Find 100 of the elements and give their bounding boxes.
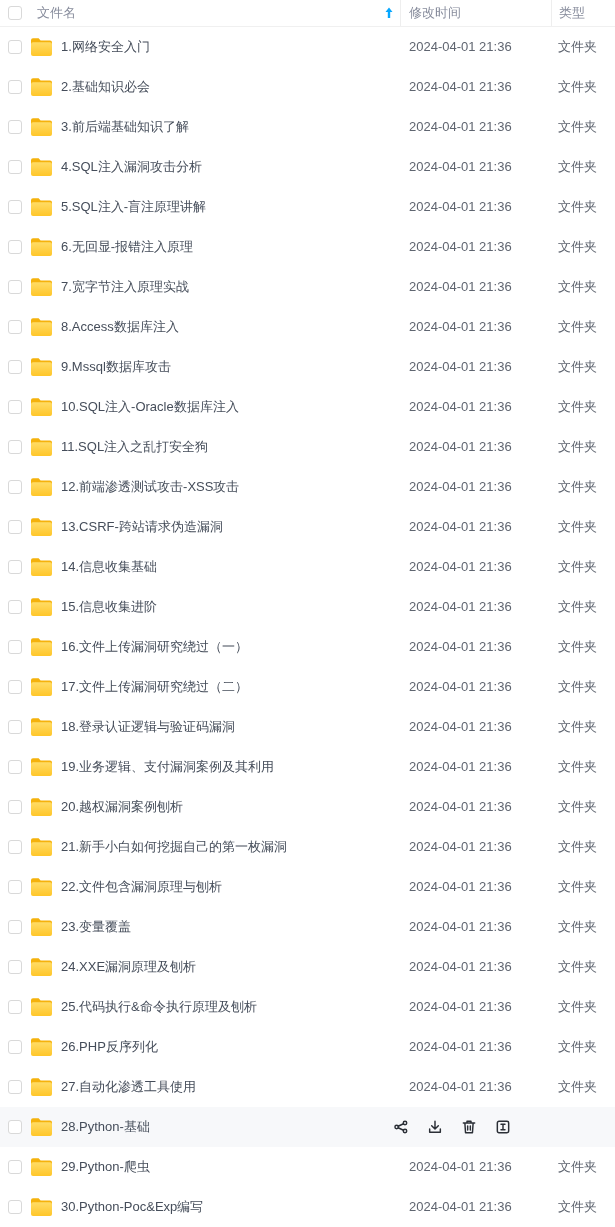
folder-icon (31, 878, 52, 896)
modified-time: 2024-04-01 21:36 (409, 758, 512, 777)
checkbox[interactable] (8, 680, 22, 694)
file-name[interactable]: 14.信息收集基础 (61, 557, 158, 577)
file-type: 文件夹 (558, 758, 597, 777)
modified-time: 2024-04-01 21:36 (409, 438, 512, 457)
checkbox[interactable] (8, 1000, 22, 1014)
checkbox[interactable] (8, 200, 22, 214)
file-type: 文件夹 (558, 238, 597, 257)
folder-icon (31, 918, 52, 936)
file-type: 文件夹 (558, 878, 597, 897)
folder-icon (31, 798, 52, 816)
modified-time: 2024-04-01 21:36 (409, 558, 512, 577)
file-name[interactable]: 22.文件包含漏洞原理与刨析 (61, 877, 223, 897)
file-name[interactable]: 18.登录认证逻辑与验证码漏洞 (61, 717, 236, 737)
checkbox[interactable] (8, 720, 22, 734)
file-type: 文件夹 (558, 478, 597, 497)
folder-icon (31, 158, 52, 176)
checkbox[interactable] (8, 1200, 22, 1214)
modified-time: 2024-04-01 21:36 (409, 38, 512, 57)
file-name[interactable]: 17.文件上传漏洞研究绕过（二） (61, 677, 249, 697)
checkbox[interactable] (8, 240, 22, 254)
file-name[interactable]: 20.越权漏洞案例刨析 (61, 797, 184, 817)
file-name[interactable]: 29.Python-爬虫 (61, 1157, 150, 1177)
modified-time: 2024-04-01 21:36 (409, 198, 512, 217)
rename-icon[interactable] (495, 1119, 511, 1135)
checkbox[interactable] (8, 1040, 22, 1054)
file-type: 文件夹 (558, 38, 597, 57)
share-icon[interactable] (393, 1119, 409, 1135)
checkbox[interactable] (8, 80, 22, 94)
modified-time: 2024-04-01 21:36 (409, 1078, 512, 1097)
file-type: 文件夹 (558, 318, 597, 337)
file-name[interactable]: 5.SQL注入-盲注原理讲解 (61, 197, 207, 217)
checkbox[interactable] (8, 880, 22, 894)
file-name[interactable]: 7.宽字节注入原理实战 (61, 277, 189, 297)
file-name[interactable]: 12.前端渗透测试攻击-XSS攻击 (61, 477, 240, 497)
file-name[interactable]: 2.基础知识必会 (61, 77, 150, 97)
folder-icon (31, 318, 52, 336)
checkbox[interactable] (8, 800, 22, 814)
file-type: 文件夹 (558, 798, 597, 817)
file-name[interactable]: 23.变量覆盖 (61, 917, 132, 937)
checkbox[interactable] (8, 960, 22, 974)
checkbox[interactable] (8, 640, 22, 654)
checkbox[interactable] (8, 400, 22, 414)
file-name[interactable]: 13.CSRF-跨站请求伪造漏洞 (61, 517, 223, 537)
file-name[interactable]: 8.Access数据库注入 (61, 317, 179, 337)
file-name[interactable]: 26.PHP反序列化 (61, 1037, 158, 1057)
file-name[interactable]: 25.代码执行&命令执行原理及刨析 (61, 997, 257, 1017)
checkbox[interactable] (8, 840, 22, 854)
file-name[interactable]: 24.XXE漏洞原理及刨析 (61, 957, 197, 977)
checkbox[interactable] (8, 1080, 22, 1094)
modified-time: 2024-04-01 21:36 (409, 118, 512, 137)
file-name[interactable]: 16.文件上传漏洞研究绕过（一） (61, 637, 249, 657)
file-name[interactable]: 11.SQL注入之乱打安全狗 (61, 437, 209, 457)
checkbox[interactable] (8, 40, 22, 54)
checkbox[interactable] (8, 320, 22, 334)
checkbox[interactable] (8, 760, 22, 774)
file-name[interactable]: 3.前后端基础知识了解 (61, 117, 189, 137)
delete-icon[interactable] (461, 1119, 477, 1135)
file-name[interactable]: 19.业务逻辑、支付漏洞案例及其利用 (61, 757, 275, 777)
checkbox[interactable] (8, 480, 22, 494)
checkbox[interactable] (8, 280, 22, 294)
checkbox[interactable] (8, 1120, 22, 1134)
file-name[interactable]: 10.SQL注入-Oracle数据库注入 (61, 397, 239, 417)
file-type: 文件夹 (558, 1078, 597, 1097)
checkbox[interactable] (8, 6, 22, 20)
file-name[interactable]: 27.自动化渗透工具使用 (61, 1077, 197, 1097)
folder-icon (31, 1118, 52, 1136)
checkbox[interactable] (8, 1160, 22, 1174)
download-icon[interactable] (427, 1119, 443, 1135)
folder-icon (31, 678, 52, 696)
file-name[interactable]: 6.无回显-报错注入原理 (61, 237, 194, 257)
checkbox[interactable] (8, 520, 22, 534)
checkbox[interactable] (8, 560, 22, 574)
column-header[interactable]: 文件名 (37, 3, 76, 23)
modified-time: 2024-04-01 21:36 (409, 1038, 512, 1057)
file-name[interactable]: 15.信息收集进阶 (61, 597, 158, 617)
file-name[interactable]: 30.Python-Poc&Exp编写 (61, 1197, 204, 1217)
file-name[interactable]: 4.SQL注入漏洞攻击分析 (61, 157, 202, 177)
checkbox[interactable] (8, 920, 22, 934)
column-header[interactable]: 修改时间 (409, 3, 461, 23)
file-name[interactable]: 1.网络安全入门 (61, 37, 150, 57)
column-header[interactable]: 类型 (559, 3, 585, 23)
modified-time: 2024-04-01 21:36 (409, 838, 512, 857)
modified-time: 2024-04-01 21:36 (409, 718, 512, 737)
checkbox[interactable] (8, 440, 22, 454)
file-row[interactable]: 28.Python-基础 (0, 1107, 615, 1147)
file-name[interactable]: 28.Python-基础 (61, 1117, 150, 1137)
checkbox[interactable] (8, 160, 22, 174)
file-name[interactable]: 9.Mssql数据库攻击 (61, 357, 171, 377)
checkbox[interactable] (8, 120, 22, 134)
checkbox[interactable] (8, 360, 22, 374)
file-name[interactable]: 21.新手小白如何挖掘自己的第一枚漏洞 (61, 837, 288, 857)
file-type: 文件夹 (558, 718, 597, 737)
checkbox[interactable] (8, 600, 22, 614)
folder-icon (31, 758, 52, 776)
modified-time: 2024-04-01 21:36 (409, 878, 512, 897)
sort-arrow-icon[interactable] (385, 7, 393, 19)
modified-time: 2024-04-01 21:36 (409, 238, 512, 257)
folder-icon (31, 398, 52, 416)
